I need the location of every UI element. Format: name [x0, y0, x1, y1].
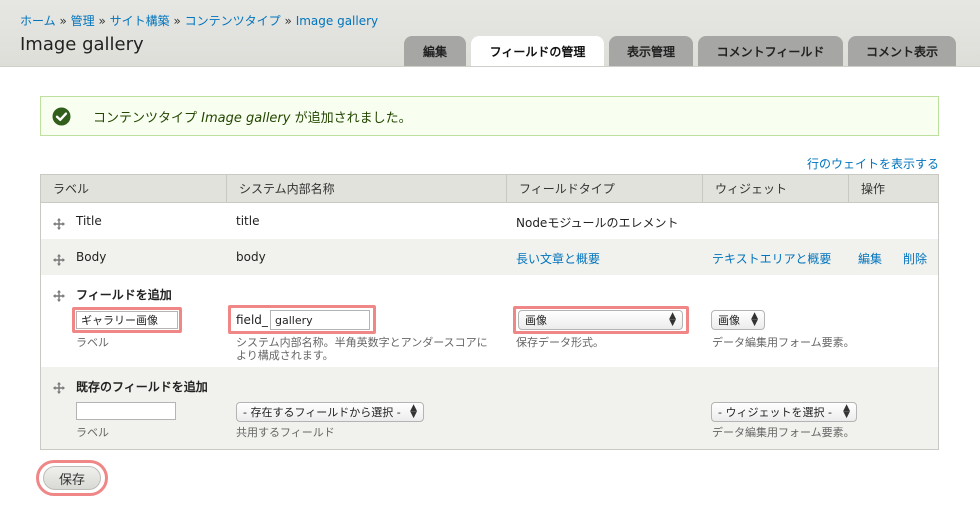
tab-manage-fields[interactable]: フィールドの管理: [471, 36, 604, 66]
table-row: Body body 長い文章と概要 テキストエリアと概要 編集 削除: [41, 239, 938, 275]
machine-name-description: システム内部名称。半角英数字とアンダースコアにより構成されます。: [236, 336, 488, 362]
add-new-field-row: フィールドを追加 ギャラリー画像 ラベル field_ gallery システム…: [41, 275, 938, 367]
column-header-label: ラベル: [53, 182, 90, 196]
show-row-weights-link[interactable]: 行のウェイトを表示する: [807, 155, 939, 172]
edit-link[interactable]: 編集: [858, 250, 882, 267]
save-button[interactable]: 保存: [43, 466, 101, 490]
drag-handle-icon[interactable]: [53, 215, 65, 230]
column-header-field-type: フィールドタイプ: [506, 175, 702, 202]
widget-link[interactable]: テキストエリアと概要: [712, 250, 831, 267]
breadcrumb: ホーム » 管理 » サイト構築 » コンテンツタイプ » Image gall…: [20, 12, 378, 29]
tab-manage-display[interactable]: 表示管理: [609, 36, 693, 66]
select-arrows-icon: ▲ ▼: [843, 403, 850, 420]
column-header-machine-name: システム内部名称: [226, 175, 506, 202]
add-existing-field-title: 既存のフィールドを追加: [76, 380, 208, 394]
breadcrumb-home[interactable]: ホーム: [20, 14, 56, 28]
breadcrumb-admin[interactable]: 管理: [71, 14, 95, 28]
breadcrumb-image-gallery[interactable]: Image gallery: [296, 14, 378, 28]
select-arrows-icon: ▲ ▼: [410, 403, 417, 420]
field-type-link[interactable]: 長い文章と概要: [516, 250, 600, 267]
breadcrumb-separator: »: [59, 14, 67, 28]
new-field-label-input[interactable]: ギャラリー画像: [76, 311, 178, 329]
field-type: Nodeモジュールのエレメント: [516, 216, 679, 230]
select-arrows-icon: ▲ ▼: [751, 311, 758, 328]
shared-field-description: 共用するフィールド: [236, 426, 335, 439]
widget-description: データ編集用フォーム要素。: [712, 426, 855, 439]
page-header: ホーム » 管理 » サイト構築 » コンテンツタイプ » Image gall…: [0, 0, 980, 67]
breadcrumb-separator: »: [173, 14, 181, 28]
breadcrumb-content-types[interactable]: コンテンツタイプ: [185, 14, 281, 28]
field-type-selected: 画像: [525, 314, 547, 327]
field-machine-name: title: [236, 214, 260, 228]
new-field-machine-name-input[interactable]: gallery: [270, 310, 370, 330]
new-field-type-select[interactable]: 画像 ▲ ▼: [518, 310, 683, 330]
label-description: ラベル: [76, 336, 109, 349]
tab-edit[interactable]: 編集: [404, 36, 466, 66]
field-machine-name: body: [236, 250, 266, 264]
table-row: Title title Nodeモジュールのエレメント: [41, 203, 938, 239]
content-type-name: Image gallery: [201, 110, 291, 126]
status-message: コンテンツタイプ Image gallery が追加されました。: [40, 96, 939, 136]
column-header-widget: ウィジェット: [702, 175, 848, 202]
table-header: ラベル システム内部名称 フィールドタイプ ウィジェット 操作: [41, 175, 938, 203]
fields-table: ラベル システム内部名称 フィールドタイプ ウィジェット 操作 Title ti…: [40, 174, 939, 450]
tab-comment-fields[interactable]: コメントフィールド: [698, 36, 843, 66]
label-description: ラベル: [76, 426, 109, 439]
existing-field-select[interactable]: - 存在するフィールドから選択 - ▲ ▼: [236, 402, 424, 422]
page-title: Image gallery: [20, 34, 144, 55]
widget-description: データ編集用フォーム要素。: [712, 336, 855, 349]
add-existing-field-row: 既存のフィールドを追加 ラベル - 存在するフィールドから選択 - ▲ ▼ 共用す…: [41, 367, 938, 449]
column-header-operations: 操作: [848, 175, 938, 202]
drag-handle-icon[interactable]: [53, 287, 65, 302]
existing-widget-select[interactable]: - ウィジェットを選択 - ▲ ▼: [711, 402, 857, 422]
drag-handle-icon[interactable]: [53, 379, 65, 394]
save-highlight: 保存: [36, 460, 108, 496]
breadcrumb-separator: »: [98, 14, 106, 28]
breadcrumb-structure[interactable]: サイト構築: [110, 14, 170, 28]
status-message-text: コンテンツタイプ Image gallery が追加されました。: [93, 110, 412, 126]
field-label: Title: [76, 214, 102, 228]
check-circle-icon: [52, 107, 71, 126]
breadcrumb-separator: »: [284, 14, 292, 28]
field-label: Body: [76, 250, 107, 264]
existing-field-selected: - 存在するフィールドから選択 -: [243, 406, 401, 419]
drag-handle-icon[interactable]: [53, 251, 65, 266]
existing-widget-selected: - ウィジェットを選択 -: [718, 406, 832, 419]
widget-selected: 画像: [718, 314, 740, 327]
field-prefix: field_: [236, 313, 268, 327]
new-field-widget-select[interactable]: 画像 ▲ ▼: [711, 310, 765, 330]
tab-comment-display[interactable]: コメント表示: [848, 36, 956, 66]
field-type-description: 保存データ形式。: [516, 336, 604, 349]
existing-field-label-input[interactable]: [76, 402, 176, 420]
select-arrows-icon: ▲ ▼: [669, 311, 676, 328]
delete-link[interactable]: 削除: [903, 250, 927, 267]
add-new-field-title: フィールドを追加: [76, 288, 172, 302]
